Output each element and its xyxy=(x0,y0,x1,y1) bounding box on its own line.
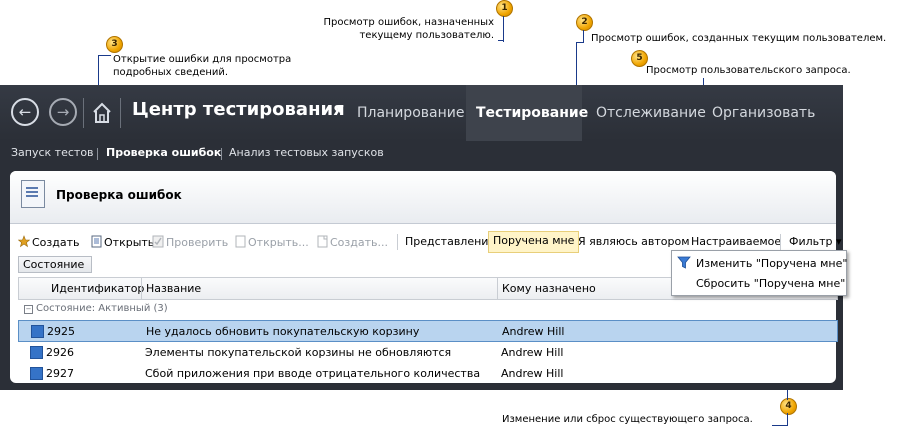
filter-menu: Изменить "Поручена мне" Сбросить "Поруче… xyxy=(671,250,847,296)
new-item-icon xyxy=(17,235,31,248)
reset-assigned-query-item[interactable]: Сбросить "Поручена мне" xyxy=(696,277,845,290)
verify-label: Проверить xyxy=(166,236,229,249)
open-document-icon xyxy=(90,235,102,248)
group-label: Состояние: Активный (3) xyxy=(36,303,168,314)
callout-number: 1 xyxy=(496,0,513,17)
subnav-divider xyxy=(221,148,222,160)
back-button[interactable]: ← xyxy=(11,98,39,126)
subnav-verify-bugs[interactable]: Проверка ошибок xyxy=(106,146,221,159)
column-divider xyxy=(497,278,498,299)
column-divider xyxy=(141,278,142,299)
open-document-icon xyxy=(234,235,246,248)
view-custom[interactable]: Настраиваемое xyxy=(691,235,781,248)
group-row-active[interactable]: − Состояние: Активный (3) xyxy=(24,303,168,314)
chevron-down-icon: ▾ xyxy=(836,235,842,248)
cell-id: 2927 xyxy=(46,367,74,380)
filter-icon xyxy=(677,256,691,272)
open-dots-button[interactable]: Открыть... xyxy=(234,235,309,249)
cell-title: Сбой приложения при вводе отрицательного… xyxy=(145,367,481,380)
hub-title[interactable]: Центр тестирования xyxy=(132,99,345,120)
verify-icon xyxy=(152,235,164,248)
column-header-id[interactable]: Идентификатор xyxy=(51,282,144,295)
page-title: Проверка ошибок xyxy=(56,188,182,202)
verify-button[interactable]: Проверить xyxy=(152,235,228,249)
table-row[interactable]: 2927 Сбой приложения при вводе отрицател… xyxy=(18,363,836,383)
subnav-run-tests[interactable]: Запуск тестов xyxy=(11,146,94,159)
nav-divider xyxy=(83,98,84,128)
tab-testing[interactable]: Тестирование xyxy=(476,105,588,121)
bug-work-item-icon xyxy=(30,367,43,380)
table-row[interactable]: 2925 Не удалось обновить покупательскую … xyxy=(18,320,838,342)
group-by-state-chip[interactable]: Состояние xyxy=(18,256,92,273)
forward-button[interactable]: → xyxy=(49,98,77,126)
hub-navigation-bar: ← → Центр тестирования ▼ Планирование Те… xyxy=(0,85,843,141)
collapse-icon[interactable]: − xyxy=(24,305,33,314)
callout-number: 4 xyxy=(780,398,797,415)
sub-navigation: Запуск тестов Проверка ошибок Анализ тес… xyxy=(0,141,843,165)
subnav-analyze-runs[interactable]: Анализ тестовых запусков xyxy=(229,146,384,159)
new-document-icon xyxy=(316,235,328,248)
table-row[interactable]: 2926 Элементы покупательской корзины не … xyxy=(18,342,836,362)
cell-id: 2925 xyxy=(47,325,75,338)
view-assigned-to-me[interactable]: Поручена мне xyxy=(488,231,580,253)
tab-organize[interactable]: Организовать xyxy=(712,105,815,121)
bug-work-item-icon xyxy=(31,325,44,338)
toolbar-divider xyxy=(780,234,781,250)
hub-dropdown-icon[interactable]: ▼ xyxy=(336,104,344,115)
cell-assigned-to: Andrew Hill xyxy=(501,367,564,380)
create-button[interactable]: Создать xyxy=(17,235,80,249)
callout-text: Просмотр ошибок, созданных текущим польз… xyxy=(591,33,887,44)
callout-text: Просмотр ошибок, назначенных текущему по… xyxy=(323,17,494,41)
open-label: Открыть xyxy=(104,236,155,249)
column-header-assigned-to[interactable]: Кому назначено xyxy=(502,282,596,295)
home-icon[interactable] xyxy=(92,102,112,124)
verify-bugs-page-icon xyxy=(21,180,45,208)
test-center-window: ← → Центр тестирования ▼ Планирование Те… xyxy=(0,85,843,390)
create-dots-button[interactable]: Создать... xyxy=(316,235,388,249)
tab-tracking[interactable]: Отслеживание xyxy=(596,105,706,121)
bug-work-item-icon xyxy=(30,346,43,359)
column-header-title[interactable]: Название xyxy=(146,282,201,295)
subnav-divider xyxy=(97,148,98,160)
view-created-by-me[interactable]: Я являюсь автором xyxy=(578,235,690,248)
callout-number: 3 xyxy=(106,36,123,53)
callout-number: 2 xyxy=(576,14,593,31)
toolbar-divider xyxy=(397,234,398,250)
nav-divider xyxy=(120,98,121,128)
panel-header: Проверка ошибок xyxy=(10,171,836,224)
callout-text: Изменение или сброс существующего запрос… xyxy=(502,414,753,425)
callout-text: Просмотр пользовательского запроса. xyxy=(646,65,851,76)
filter-button[interactable]: Фильтр ▾ xyxy=(789,235,842,248)
edit-assigned-query-item[interactable]: Изменить "Поручена мне" xyxy=(696,257,847,270)
cell-id: 2926 xyxy=(46,346,74,359)
callout-text: Открытие ошибки для просмотра подробных … xyxy=(113,54,292,78)
cell-title: Элементы покупательской корзины не обнов… xyxy=(145,346,452,359)
cell-assigned-to: Andrew Hill xyxy=(501,346,564,359)
create-label: Создать xyxy=(32,236,80,249)
view-label: Представление: xyxy=(405,235,499,248)
cell-assigned-to: Andrew Hill xyxy=(502,325,565,338)
open-button[interactable]: Открыть xyxy=(90,235,154,249)
tab-planning[interactable]: Планирование xyxy=(357,105,464,121)
filter-label: Фильтр xyxy=(789,235,833,248)
cell-title: Не удалось обновить покупательскую корзи… xyxy=(146,325,420,338)
create-dots-label: Создать... xyxy=(330,236,388,249)
open-dots-label: Открыть... xyxy=(248,236,309,249)
